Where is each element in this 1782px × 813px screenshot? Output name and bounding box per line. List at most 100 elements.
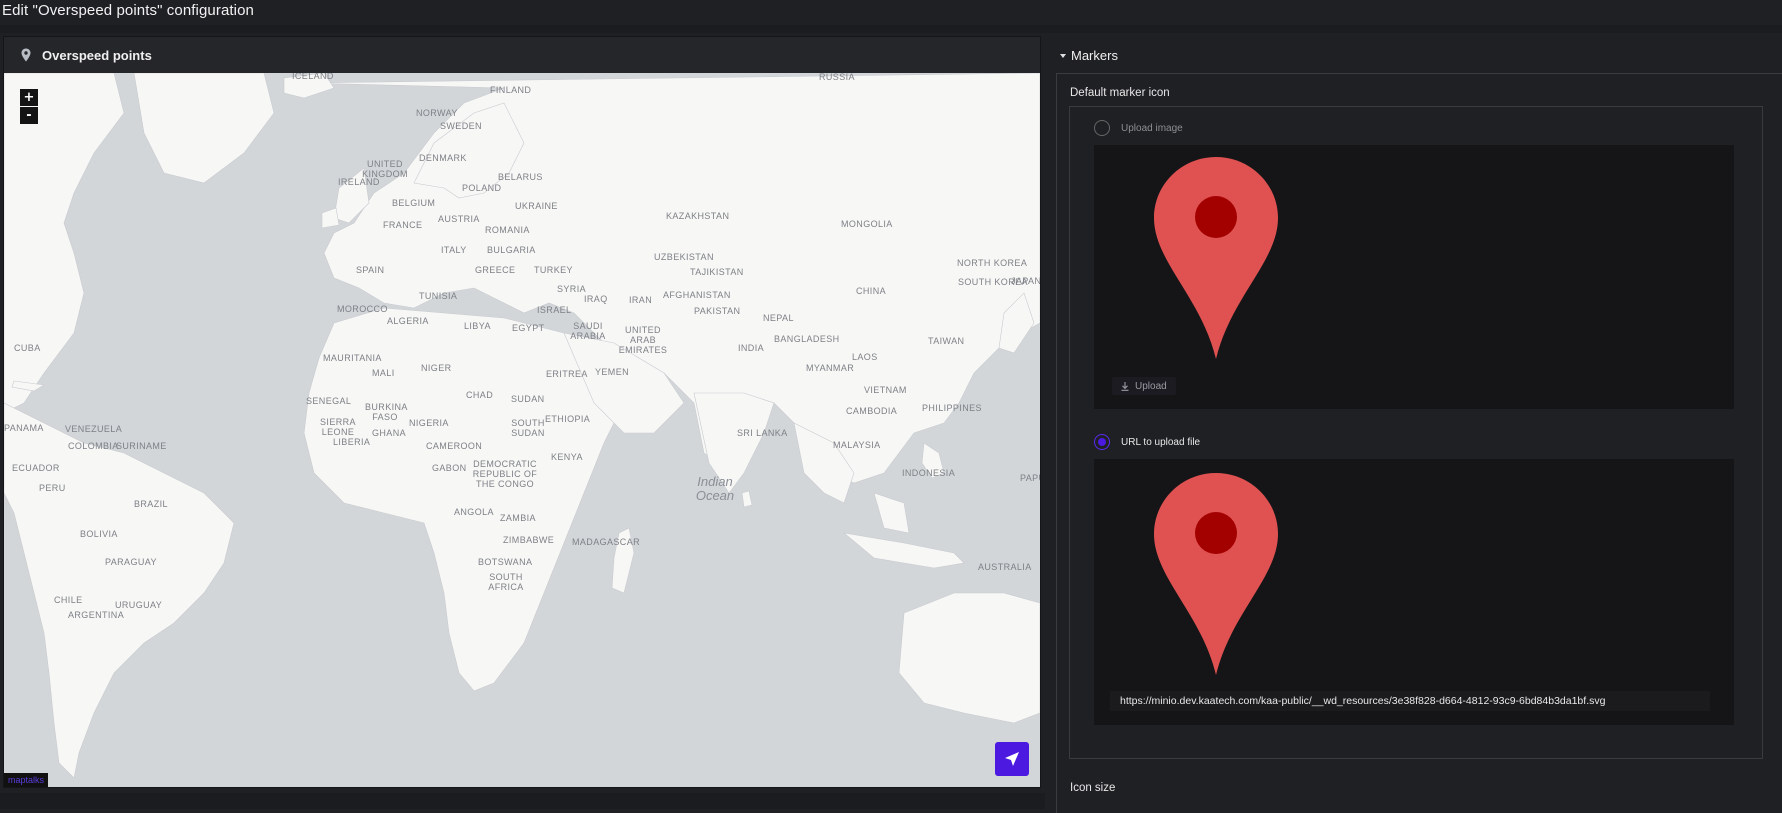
map-widget: Overspeed points ICELAND FINLAND RUSSIA … <box>3 36 1041 788</box>
radio-upload-image-label: Upload image <box>1121 122 1183 134</box>
country-label: CHILE <box>54 595 83 605</box>
zoom-out-button[interactable]: - <box>20 107 38 124</box>
country-label: UZBEKISTAN <box>654 252 714 262</box>
country-label: SAUDI ARABIA <box>570 321 606 341</box>
zoom-control: + - <box>20 89 38 124</box>
country-label: MADAGASCAR <box>572 537 641 547</box>
country-label: URUGUAY <box>115 600 163 610</box>
country-label: BELARUS <box>498 172 543 182</box>
map-canvas[interactable]: ICELAND FINLAND RUSSIA NORWAY SWEDEN DEN… <box>4 73 1040 787</box>
country-label: SRI LANKA <box>737 428 788 438</box>
zoom-in-button[interactable]: + <box>20 89 38 106</box>
country-label: GABON <box>432 463 467 473</box>
default-marker-icon-label: Default marker icon <box>1070 87 1170 99</box>
country-label: PANAMA <box>4 423 44 433</box>
country-label: PHILIPPINES <box>922 403 982 413</box>
country-label: ICELAND <box>292 73 334 81</box>
country-label: COLOMBIA <box>68 441 119 451</box>
country-label: UNITED KINGDOM <box>362 159 408 179</box>
url-input[interactable]: https://minio.dev.kaatech.com/kaa-public… <box>1110 691 1710 711</box>
country-label: PARAGUAY <box>105 557 157 567</box>
settings-panel: Markers Default marker icon Upload image… <box>1047 36 1782 813</box>
country-label: AUSTRALIA <box>978 562 1032 572</box>
select-tool-button[interactable] <box>995 742 1029 776</box>
country-label: BOLIVIA <box>80 529 118 539</box>
country-label: SOUTH AFRICA <box>488 572 524 592</box>
country-label: BURKINA FASO <box>365 402 408 422</box>
icon-size-label: Icon size <box>1070 782 1116 794</box>
country-label: FINLAND <box>490 85 532 95</box>
markers-section-title: Markers <box>1071 48 1118 63</box>
country-label: INDIA <box>738 343 765 353</box>
map-attribution[interactable]: maptalks <box>4 773 49 787</box>
country-label: TURKEY <box>534 265 573 275</box>
country-label: KENYA <box>551 452 583 462</box>
country-label: ETHIOPIA <box>545 414 591 424</box>
country-label: SIERRA LEONE <box>320 417 356 437</box>
bottom-divider <box>0 793 1045 809</box>
country-label: BRAZIL <box>134 499 168 509</box>
country-label: ECUADOR <box>12 463 60 473</box>
country-label: YEMEN <box>595 367 630 377</box>
country-label: TAIWAN <box>928 336 965 346</box>
country-label: MALI <box>372 368 395 378</box>
country-label: UKRAINE <box>515 201 558 211</box>
country-label: DEMOCRATIC REPUBLIC OF THE CONGO <box>472 459 538 489</box>
country-label: PAPUA <box>1020 473 1040 483</box>
country-label: MYANMAR <box>806 363 855 373</box>
url-image-preview: https://minio.dev.kaatech.com/kaa-public… <box>1094 459 1734 725</box>
radio-upload-image[interactable]: Upload image <box>1094 120 1183 136</box>
country-label: IRAQ <box>584 294 608 304</box>
country-label: IRELAND <box>338 177 380 187</box>
markers-section-toggle[interactable]: Markers <box>1060 48 1118 63</box>
map-pin-icon <box>21 48 31 62</box>
download-icon <box>1121 381 1129 391</box>
country-label: ERITREA <box>546 369 588 379</box>
country-label: TUNISIA <box>419 291 458 301</box>
country-label: GHANA <box>372 428 407 438</box>
country-label: SENEGAL <box>306 396 352 406</box>
ocean-label: Indian Ocean <box>695 474 735 503</box>
radio-button-selected[interactable] <box>1094 434 1110 450</box>
country-label: ARGENTINA <box>68 610 125 620</box>
country-label: CAMBODIA <box>846 406 898 416</box>
country-label: SPAIN <box>356 265 385 275</box>
country-label: PERU <box>39 483 66 493</box>
cursor-arrow-icon <box>1005 752 1019 766</box>
country-label: RUSSIA <box>819 73 855 82</box>
marker-pin-icon <box>1154 157 1278 359</box>
country-label: CHAD <box>466 390 494 400</box>
radio-url-upload[interactable]: URL to upload file <box>1094 434 1200 450</box>
country-label: BOTSWANA <box>478 557 533 567</box>
country-label: VIETNAM <box>864 385 907 395</box>
upload-button[interactable]: Upload <box>1112 377 1176 395</box>
country-label: MONGOLIA <box>841 219 893 229</box>
country-label: GREECE <box>475 265 516 275</box>
widget-title: Overspeed points <box>42 47 152 63</box>
country-label: CHINA <box>856 286 887 296</box>
country-label: IRAN <box>629 295 653 305</box>
country-label: CUBA <box>14 343 41 353</box>
country-label: MALAYSIA <box>833 440 881 450</box>
country-label: NORWAY <box>416 108 458 118</box>
country-label: LAOS <box>852 352 878 362</box>
country-label: TAJIKISTAN <box>690 267 744 277</box>
country-label: LIBYA <box>464 321 491 331</box>
country-label: VENEZUELA <box>65 424 123 434</box>
radio-button[interactable] <box>1094 120 1110 136</box>
country-label: MAURITANIA <box>323 353 382 363</box>
country-label: PAKISTAN <box>694 306 741 316</box>
country-label: MOROCCO <box>337 304 388 314</box>
country-label: ROMANIA <box>485 225 530 235</box>
country-label: INDONESIA <box>902 468 956 478</box>
country-label: SYRIA <box>557 284 587 294</box>
country-label: POLAND <box>462 183 502 193</box>
country-label: CAMEROON <box>426 441 483 451</box>
country-label: AUSTRIA <box>438 214 480 224</box>
country-label: SWEDEN <box>440 121 482 131</box>
country-label: ZIMBABWE <box>503 535 555 545</box>
country-label: SOUTH SUDAN <box>511 418 545 438</box>
country-label: EGYPT <box>512 323 545 333</box>
country-label: FRANCE <box>383 220 423 230</box>
top-divider <box>0 25 1782 33</box>
